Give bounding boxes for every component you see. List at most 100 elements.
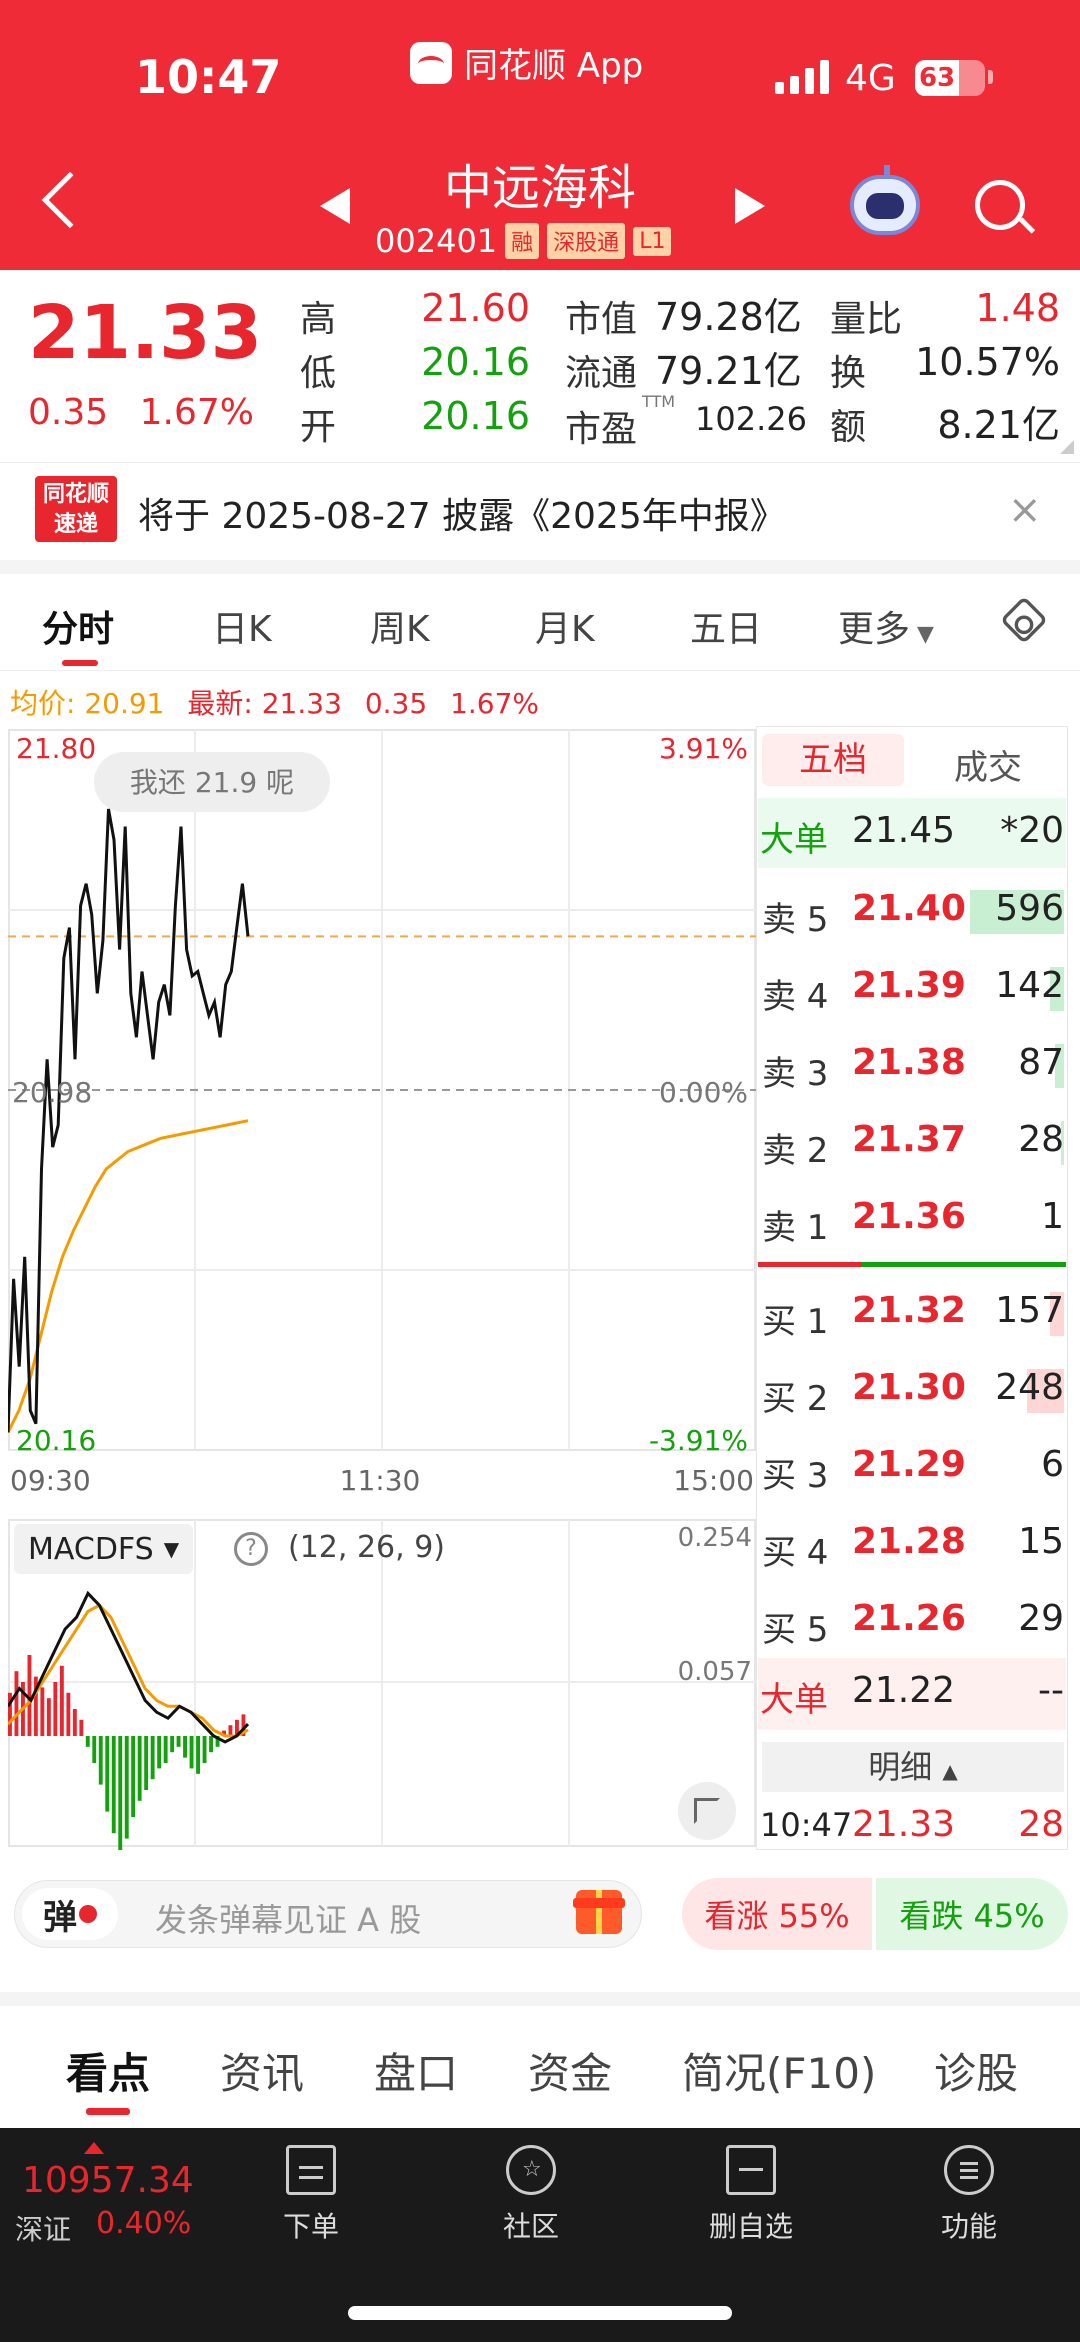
tag-margin: 融 xyxy=(505,223,540,259)
orderbook-tab-trades[interactable]: 成交 xyxy=(954,740,1022,789)
vote-bullish-button[interactable]: 看涨 55% xyxy=(682,1878,872,1950)
close-icon[interactable]: × xyxy=(1008,487,1042,533)
announcement-text[interactable]: 将于 2025-08-27 披露《2025年中报》 xyxy=(138,487,786,539)
tick-price: 21.33 xyxy=(852,1804,956,1845)
macd-bar xyxy=(98,1736,103,1785)
spread-bar-ask xyxy=(758,1262,862,1267)
tab-f10[interactable]: 简况(F10) xyxy=(682,2040,876,2101)
change-percent: 1.67% xyxy=(139,392,254,433)
expand-corner-icon[interactable] xyxy=(1060,440,1074,454)
tab-active-indicator xyxy=(62,660,98,666)
ask-label: 卖 5 xyxy=(762,900,829,940)
avg-price: 均价: 20.91 xyxy=(10,687,165,720)
tab-market-depth[interactable]: 盘口 xyxy=(374,2040,458,2101)
menu-icon[interactable] xyxy=(944,2145,994,2195)
vote-bearish-button[interactable]: 看跌 45% xyxy=(876,1878,1068,1950)
section-divider xyxy=(0,560,1080,574)
gear-icon[interactable] xyxy=(999,595,1049,645)
macd-bar xyxy=(196,1736,200,1774)
tab-monthly-k[interactable]: 月K xyxy=(535,600,595,652)
ask-vol: 28 xyxy=(1018,1119,1064,1160)
nav-community[interactable]: 社区 xyxy=(451,2205,611,2245)
check-icon xyxy=(79,1905,97,1923)
intraday-chart[interactable]: 我还 21.9 呢 21.80 20.98 20.16 3.91% 0.00% … xyxy=(8,726,756,1494)
y-label-mid: 20.98 xyxy=(12,1076,92,1109)
big-order-top-label: 大单 xyxy=(760,820,828,860)
robot-assistant-icon[interactable] xyxy=(850,165,920,235)
turnover-value: 10.57% xyxy=(915,340,1060,384)
macd-bar xyxy=(46,1698,51,1736)
battery-tip xyxy=(988,70,993,84)
community-icon[interactable]: ☆ xyxy=(506,2145,556,2195)
macd-histogram xyxy=(8,1655,246,1850)
detail-toggle[interactable]: 明细 ▲ xyxy=(762,1742,1064,1792)
danmaku-badge[interactable]: 弹 xyxy=(22,1888,118,1940)
status-time: 10:47 xyxy=(135,50,282,104)
low-value: 20.16 xyxy=(421,340,530,384)
home-indicator[interactable] xyxy=(348,2306,732,2320)
macd-y-top: 0.254 xyxy=(678,1523,752,1553)
orderbook-tab-five[interactable]: 五档 xyxy=(762,734,904,786)
tab-news[interactable]: 资讯 xyxy=(220,2040,304,2101)
price-line xyxy=(8,808,250,1433)
big-order-bottom-price: 21.22 xyxy=(852,1670,956,1711)
price-change: 0.35 1.67% xyxy=(28,392,254,433)
ask-vol: 1 xyxy=(1041,1196,1064,1237)
macd-bar xyxy=(157,1736,162,1769)
high-value: 21.60 xyxy=(421,286,530,330)
stock-code: 002401 xyxy=(375,222,498,260)
index-value[interactable]: 10957.34 xyxy=(22,2160,194,2201)
tab-diagnosis[interactable]: 诊股 xyxy=(934,2040,1018,2101)
float-value: 79.21亿 xyxy=(655,349,802,393)
macd-y-mid: 0.057 xyxy=(678,1657,752,1687)
app-name: 同花顺 App xyxy=(464,46,644,86)
search-icon[interactable] xyxy=(975,180,1025,230)
macd-bar xyxy=(170,1736,175,1753)
ths-express-logo: 同花顺 速递 xyxy=(35,476,117,542)
amount-label: 额 xyxy=(830,407,867,448)
tab-divider xyxy=(0,670,1080,671)
macd-bar xyxy=(183,1736,187,1758)
tab-more[interactable]: 更多 ▼ xyxy=(838,600,934,652)
tag-level: L1 xyxy=(633,226,672,256)
pe-value: 102.26 xyxy=(695,400,807,438)
ask-label: 卖 1 xyxy=(762,1208,829,1248)
vr-label: 量比 xyxy=(830,299,903,340)
gift-icon[interactable] xyxy=(573,1890,625,1934)
network-type: 4G xyxy=(845,58,896,99)
tab-capital[interactable]: 资金 xyxy=(528,2040,612,2101)
macd-bar xyxy=(40,1687,45,1736)
tab-highlights[interactable]: 看点 xyxy=(66,2040,150,2101)
macd-indicator-select[interactable]: MACDFS ▼ xyxy=(14,1524,194,1574)
macd-bar xyxy=(131,1736,136,1817)
pct-label-mid: 0.00% xyxy=(659,1076,748,1109)
fullscreen-icon[interactable] xyxy=(678,1782,736,1840)
bid-vol: 6 xyxy=(1041,1444,1064,1485)
next-stock-icon[interactable] xyxy=(735,188,765,224)
remove-watchlist-icon[interactable] xyxy=(726,2145,776,2195)
big-order-top-vol: *20 xyxy=(1000,810,1064,851)
macd-bar xyxy=(79,1719,84,1736)
nav-order[interactable]: 下单 xyxy=(231,2205,391,2245)
change-amount: 0.35 xyxy=(28,392,109,433)
chart-grid xyxy=(8,729,756,1451)
avg-price-bar: 均价: 20.91 最新: 21.33 0.35 1.67% xyxy=(10,682,539,722)
chart-lines xyxy=(8,808,250,1434)
tab-daily-k[interactable]: 日K xyxy=(212,600,272,652)
latest-change: 0.35 xyxy=(364,687,428,720)
macd-bar xyxy=(150,1736,155,1780)
y-label-top: 21.80 xyxy=(16,732,96,765)
order-icon[interactable] xyxy=(286,2145,336,2195)
prev-stock-icon[interactable] xyxy=(320,188,350,224)
macd-params: (12, 26, 9) xyxy=(288,1530,445,1565)
nav-remove-watchlist[interactable]: 删自选 xyxy=(671,2205,831,2245)
chart-bubble-text: 我还 21.9 呢 xyxy=(130,766,294,799)
nav-functions[interactable]: 功能 xyxy=(889,2205,1049,2245)
app-source-pill[interactable]: 同花顺 App xyxy=(410,38,643,87)
logo-line-2: 速递 xyxy=(53,512,98,537)
index-up-icon xyxy=(84,2142,104,2154)
help-icon[interactable]: ? xyxy=(234,1532,268,1566)
tab-weekly-k[interactable]: 周K xyxy=(370,600,430,652)
tab-five-day[interactable]: 五日 xyxy=(690,600,762,652)
tab-intraday[interactable]: 分时 xyxy=(42,600,114,652)
